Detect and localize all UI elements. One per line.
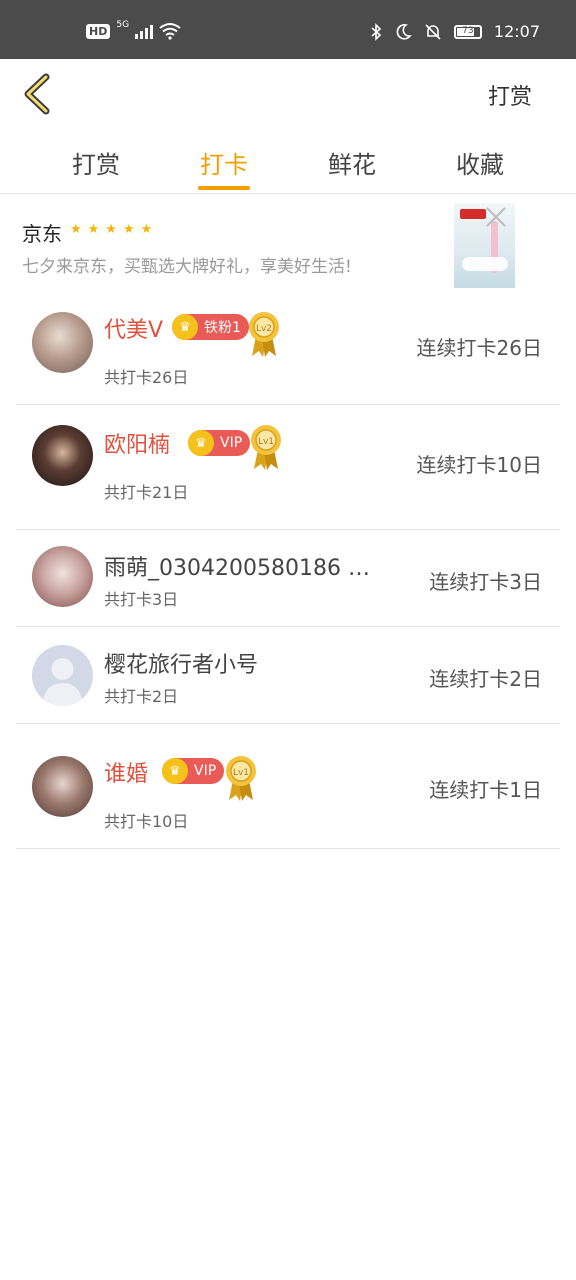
status-left: HD 5G <box>86 20 181 40</box>
default-avatar-icon <box>42 658 83 706</box>
battery-icon: 73 <box>453 24 482 39</box>
medal-icon: Lv2 <box>249 312 279 357</box>
moon-icon <box>396 23 412 40</box>
medal-icon: Lv1 <box>226 756 256 801</box>
tab-reward[interactable]: 打赏 <box>56 145 136 180</box>
streak-checkins: 连续打卡3日 <box>429 570 542 594</box>
total-checkins: 共打卡21日 <box>104 483 189 502</box>
streak-checkins: 连续打卡10日 <box>416 453 542 477</box>
avatar[interactable] <box>32 756 93 817</box>
vip-badge: ♛ VIP <box>188 430 251 456</box>
list-item[interactable]: 樱花旅行者小号 共打卡2日 连续打卡2日 <box>16 627 560 724</box>
avatar[interactable] <box>32 312 93 373</box>
tab-bar: 打赏 打卡 鲜花 收藏 <box>0 135 576 194</box>
streak-checkins: 连续打卡26日 <box>416 336 542 360</box>
list-item[interactable]: 欧阳楠 ♛ VIP Lv1 共打卡21日 连续打卡10日 <box>16 405 560 530</box>
nickname[interactable]: 樱花旅行者小号 <box>104 647 258 679</box>
list-item[interactable]: 谁婚 ♛ VIP Lv1 共打卡10日 连续打卡1日 <box>16 724 560 849</box>
wifi-icon <box>159 23 181 40</box>
ad-rating-stars: ★★★★★ <box>70 222 159 237</box>
avatar[interactable] <box>32 645 93 706</box>
list-item[interactable]: 代美V ♛ 铁粉1 Lv2 共打卡26日 连续打卡26日 <box>16 292 560 405</box>
bluetooth-icon <box>371 22 382 41</box>
nickname[interactable]: 代美V <box>104 312 163 344</box>
nickname[interactable]: 欧阳楠 <box>104 427 170 459</box>
streak-checkins: 连续打卡1日 <box>429 778 542 802</box>
list-item[interactable]: 雨萌_0304200580186 … 共打卡3日 连续打卡3日 <box>16 530 560 627</box>
battery-level: 73 <box>462 25 474 36</box>
total-checkins: 共打卡10日 <box>104 812 189 831</box>
signal-icon <box>135 23 154 39</box>
vip-badge: ♛ VIP <box>162 758 225 784</box>
medal-icon: Lv1 <box>251 425 281 470</box>
badge-label: 铁粉1 <box>204 320 241 336</box>
crown-icon: ♛ <box>162 758 188 784</box>
ad-brand: 京东 <box>22 222 62 246</box>
medal-level: Lv1 <box>233 768 249 778</box>
medal-level: Lv2 <box>256 324 272 334</box>
back-arrow-icon[interactable] <box>18 71 58 117</box>
badge-label: VIP <box>220 435 243 451</box>
nickname[interactable]: 谁婚 <box>104 756 148 788</box>
network-type: 5G <box>116 20 130 30</box>
total-checkins: 共打卡3日 <box>104 590 179 609</box>
tab-favorites[interactable]: 收藏 <box>440 145 520 180</box>
ad-description: 七夕来京东，买甄选大牌好礼，享美好生活! <box>22 257 352 277</box>
streak-checkins: 连续打卡2日 <box>429 667 542 691</box>
badge-label: VIP <box>194 763 217 779</box>
hd-icon: HD <box>86 23 111 39</box>
avatar[interactable] <box>32 546 93 607</box>
close-ad-icon[interactable] <box>483 204 509 230</box>
fan-badge: ♛ 铁粉1 <box>172 314 249 340</box>
nickname[interactable]: 雨萌_0304200580186 … <box>104 550 370 582</box>
reward-link[interactable]: 打赏 <box>488 79 532 111</box>
clock: 12:07 <box>493 22 540 41</box>
avatar[interactable] <box>32 425 93 486</box>
checkin-list: 代美V ♛ 铁粉1 Lv2 共打卡26日 连续打卡26日 欧阳楠 ♛ VIP L… <box>16 292 560 849</box>
bell-muted-icon <box>425 23 441 40</box>
status-bar: HD 5G 73 12:07 <box>0 0 576 59</box>
total-checkins: 共打卡2日 <box>104 687 179 706</box>
active-tab-indicator <box>198 186 250 190</box>
crown-icon: ♛ <box>188 430 214 456</box>
total-checkins: 共打卡26日 <box>104 368 189 387</box>
header: 打赏 <box>0 59 576 135</box>
status-right: 73 12:07 <box>370 22 540 41</box>
crown-icon: ♛ <box>172 314 198 340</box>
tab-flowers[interactable]: 鲜花 <box>312 145 392 180</box>
medal-level: Lv1 <box>258 437 274 447</box>
tab-checkin[interactable]: 打卡 <box>184 145 264 180</box>
